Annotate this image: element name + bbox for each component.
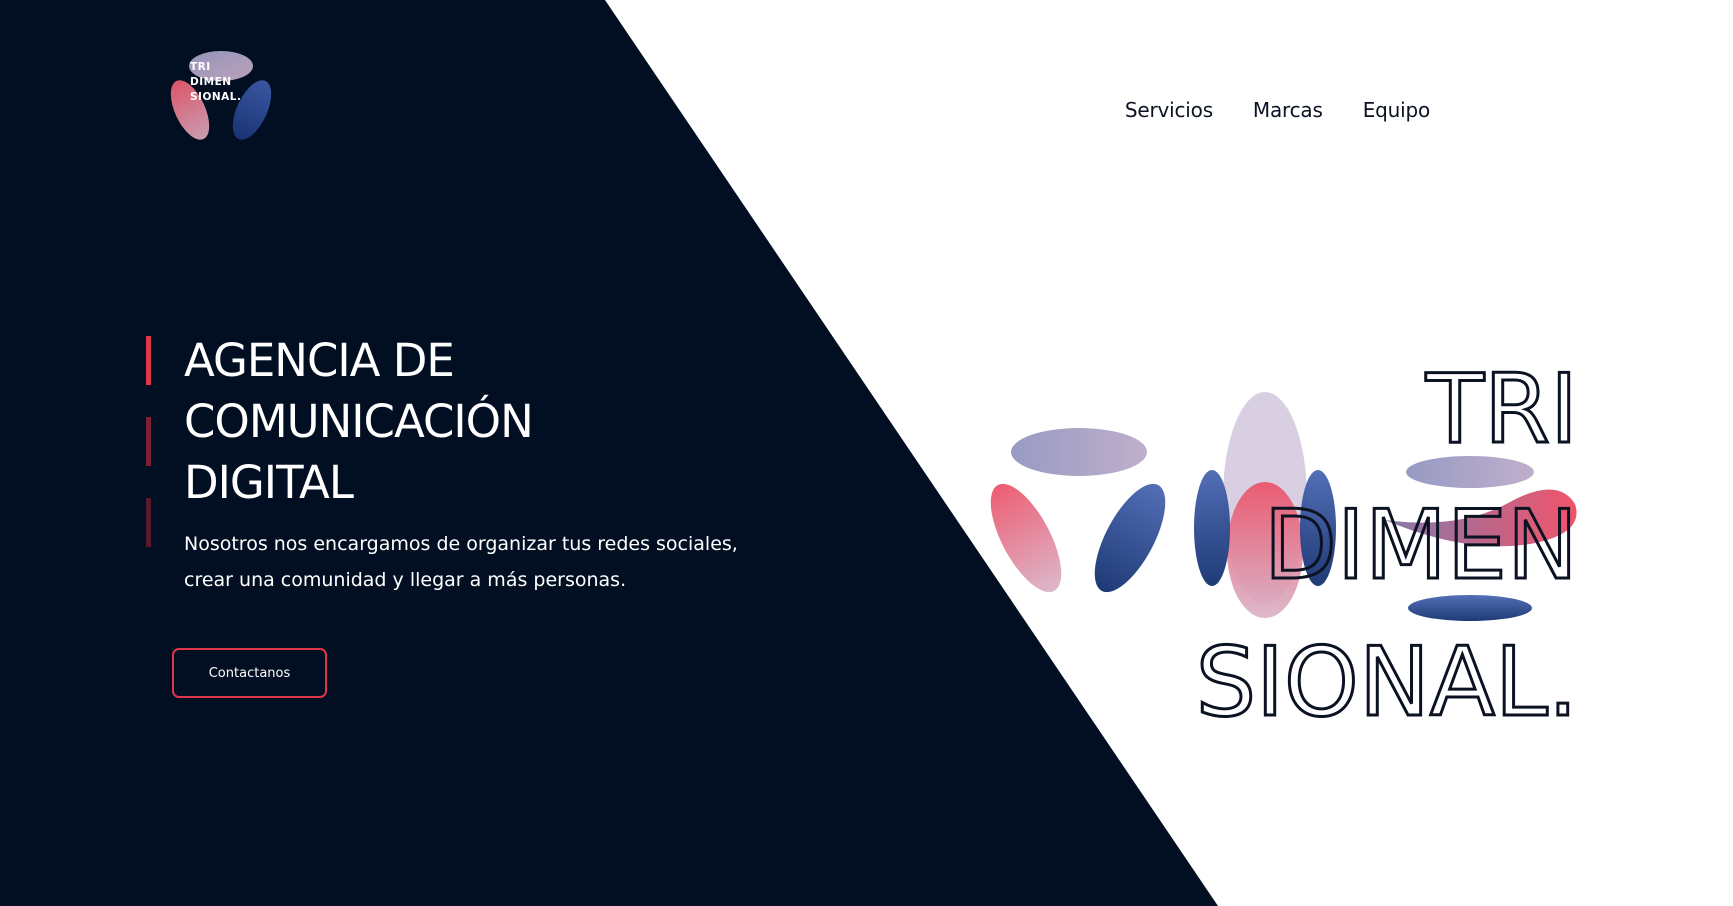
logo-line-2: DIMEN <box>190 76 232 88</box>
hero-title-line-1: AGENCIA DE <box>184 334 455 387</box>
big-logo-line-1: TRI <box>1425 355 1578 465</box>
contact-button[interactable]: Contactanos <box>172 648 327 698</box>
hero-title: AGENCIA DE COMUNICACIÓN DIGITAL <box>184 330 744 513</box>
hero-title-line-3: DIGITAL <box>184 456 354 509</box>
nav-link-servicios[interactable]: Servicios <box>1125 98 1213 122</box>
big-logo-line-2: DIMEN <box>1264 491 1578 601</box>
accent-bar-maroon <box>146 498 151 547</box>
nav-link-equipo[interactable]: Equipo <box>1363 98 1430 122</box>
hero-subtitle: Nosotros nos encargamos de organizar tus… <box>184 526 804 598</box>
hero-title-line-2: COMUNICACIÓN <box>184 395 534 448</box>
brand-logo[interactable]: TRI DIMEN SIONAL. <box>168 46 274 152</box>
logo-line-1: TRI <box>190 61 211 73</box>
accent-bar-dark-red <box>146 417 151 466</box>
hero-subtitle-line-1: Nosotros nos encargamos de organizar tus… <box>184 533 738 555</box>
main-nav: Servicios Marcas Equipo <box>1125 98 1430 122</box>
nav-link-marcas[interactable]: Marcas <box>1253 98 1323 122</box>
accent-bars <box>146 336 151 579</box>
shape-cluster-1 <box>990 428 1166 593</box>
logo-wordmark: TRI DIMEN SIONAL. <box>190 60 242 105</box>
accent-bar-red <box>146 336 151 385</box>
big-brand-illustration: TRI DIMEN SIONAL. <box>990 350 1590 740</box>
logo-line-3: SIONAL. <box>190 91 242 103</box>
hero-subtitle-line-2: crear una comunidad y llegar a más perso… <box>184 569 627 591</box>
big-logo-graphic: TRI DIMEN SIONAL. <box>990 354 1580 740</box>
big-logo-line-3: SIONAL. <box>1196 628 1578 738</box>
